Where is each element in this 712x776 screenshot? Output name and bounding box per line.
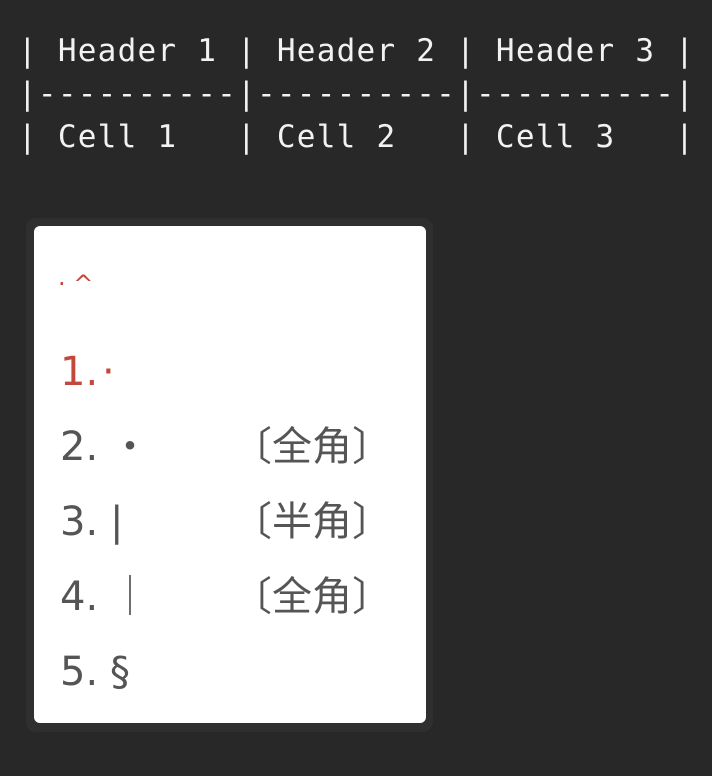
candidate-option-3[interactable]: 3. | 〔半角〕 [60, 492, 400, 552]
candidate-symbol: | [110, 499, 124, 545]
candidate-note: 〔全角〕 [232, 424, 392, 470]
candidate-option-5[interactable]: 5. § [60, 642, 400, 702]
candidate-option-1[interactable]: 1. · [60, 342, 400, 402]
candidate-number: 4. [60, 574, 99, 620]
candidate-option-4[interactable]: 4. ｜ 〔全角〕 [60, 567, 400, 627]
input-candidate-popup: · ^ 1. · 2. ・ 〔全角〕 3. | 〔半角〕 4. ｜ 〔全角〕 5… [34, 226, 426, 723]
candidate-symbol: ｜ [110, 574, 150, 620]
candidate-number: 1. [60, 349, 99, 395]
markdown-editor[interactable]: | Header 1 | Header 2 | Header 3 | |-----… [0, 0, 712, 776]
candidate-option-2[interactable]: 2. ・ 〔全角〕 [60, 417, 400, 477]
candidate-input-preview: · ^ [58, 270, 94, 298]
table-separator-line: |----------|----------|----------| [18, 76, 696, 112]
candidate-symbol: · [102, 349, 115, 395]
candidate-number: 2. [60, 424, 99, 470]
candidate-note: 〔半角〕 [232, 499, 392, 545]
candidate-note: 〔全角〕 [232, 574, 392, 620]
candidate-symbol: § [110, 649, 130, 695]
markdown-table-source[interactable]: | Header 1 | Header 2 | Header 3 | |-----… [18, 30, 695, 159]
candidate-number: 3. [60, 499, 99, 545]
table-header-line: | Header 1 | Header 2 | Header 3 | [18, 33, 696, 69]
candidate-symbol: ・ [110, 424, 150, 470]
candidate-number: 5. [60, 649, 99, 695]
table-row-line: | Cell 1 | Cell 2 | Cell 3 | [18, 119, 696, 155]
